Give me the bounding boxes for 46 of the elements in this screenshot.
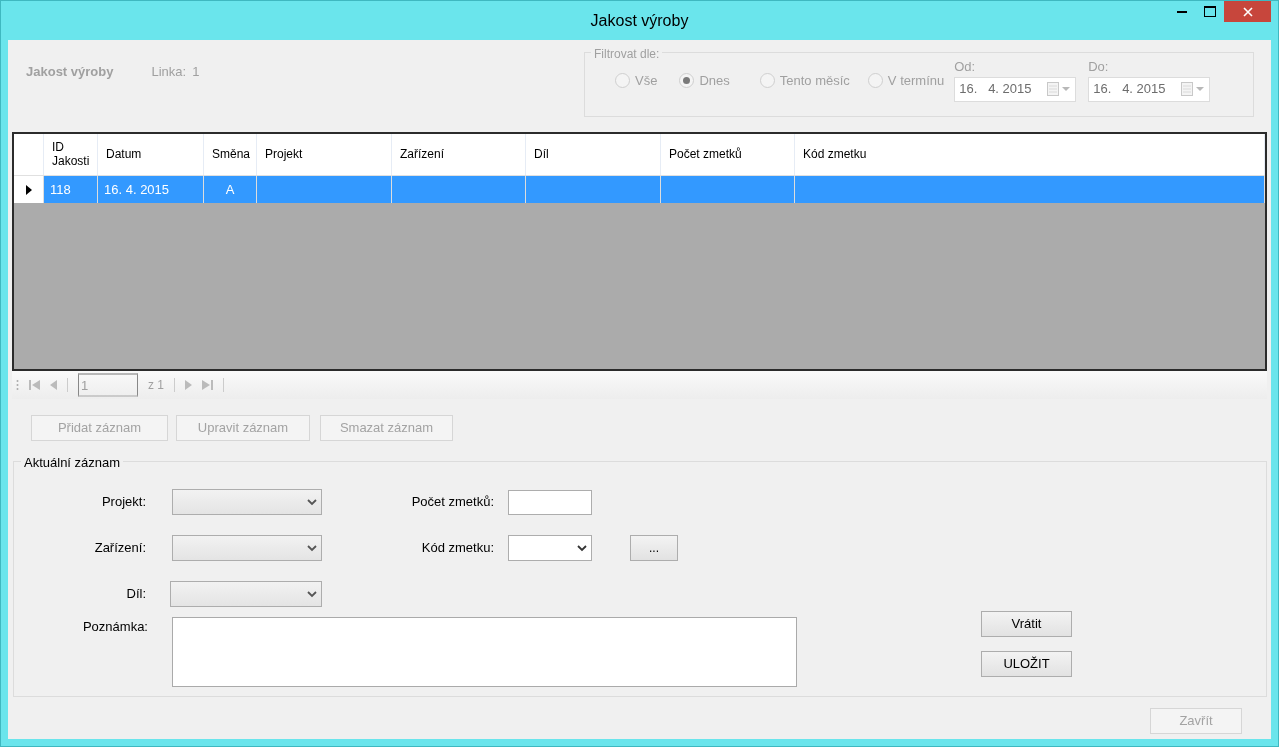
field-label: Zařízení: — [93, 539, 147, 558]
chevron-down-icon — [577, 544, 587, 552]
form-button[interactable]: ULOŽIT — [981, 651, 1072, 677]
next-record-icon[interactable] — [185, 380, 192, 390]
column-header[interactable]: Zařízení — [392, 134, 526, 175]
chevron-down-icon — [307, 544, 317, 552]
note-field[interactable] — [172, 617, 797, 687]
calendar-icon — [1047, 82, 1072, 96]
column-header[interactable]: Kód zmetku — [795, 134, 1265, 175]
table-cell: 118 — [44, 176, 98, 203]
chevron-down-icon — [307, 498, 317, 506]
current-row-icon — [25, 184, 32, 195]
browse-button[interactable]: ... — [630, 535, 678, 561]
field-label: Díl: — [125, 585, 147, 604]
column-header[interactable]: ID Jakosti — [44, 134, 98, 175]
field-label: Kód zmetku: — [420, 539, 495, 558]
date-label: Do: — [1088, 58, 1110, 76]
line-label: Linka: — [151, 63, 187, 81]
chevron-down-icon — [307, 590, 317, 598]
previous-record-icon[interactable] — [50, 380, 57, 390]
date-label: Od: — [954, 58, 977, 76]
column-header[interactable]: Datum — [98, 134, 204, 175]
column-header[interactable]: Počet zmetků — [661, 134, 795, 175]
field-label: Projekt: — [100, 493, 147, 512]
column-header[interactable]: Díl — [526, 134, 661, 175]
last-record-icon[interactable] — [202, 380, 213, 390]
table-cell: A — [204, 176, 257, 203]
window-title: Jakost výroby — [590, 10, 689, 31]
column-header[interactable]: Projekt — [257, 134, 392, 175]
row-header[interactable] — [14, 176, 44, 203]
dropdown-field[interactable] — [508, 535, 592, 561]
form-heading: Jakost výroby — [26, 63, 114, 81]
first-record-icon[interactable] — [29, 380, 40, 390]
calendar-icon — [1181, 82, 1206, 96]
line-value: 1 — [192, 63, 200, 81]
field-label: Poznámka: — [81, 618, 149, 636]
field-label: Počet zmetků: — [410, 493, 495, 512]
column-header[interactable]: Směna — [204, 134, 257, 175]
table-cell: 16. 4. 2015 — [98, 176, 204, 203]
grip-icon — [16, 379, 19, 391]
input-field[interactable] — [508, 489, 592, 515]
close-icon — [1242, 6, 1253, 17]
form-button[interactable]: Vrátit — [981, 611, 1072, 637]
minimize-icon — [1177, 10, 1187, 13]
record-count: z 1 — [148, 377, 164, 394]
maximize-icon — [1204, 6, 1216, 17]
